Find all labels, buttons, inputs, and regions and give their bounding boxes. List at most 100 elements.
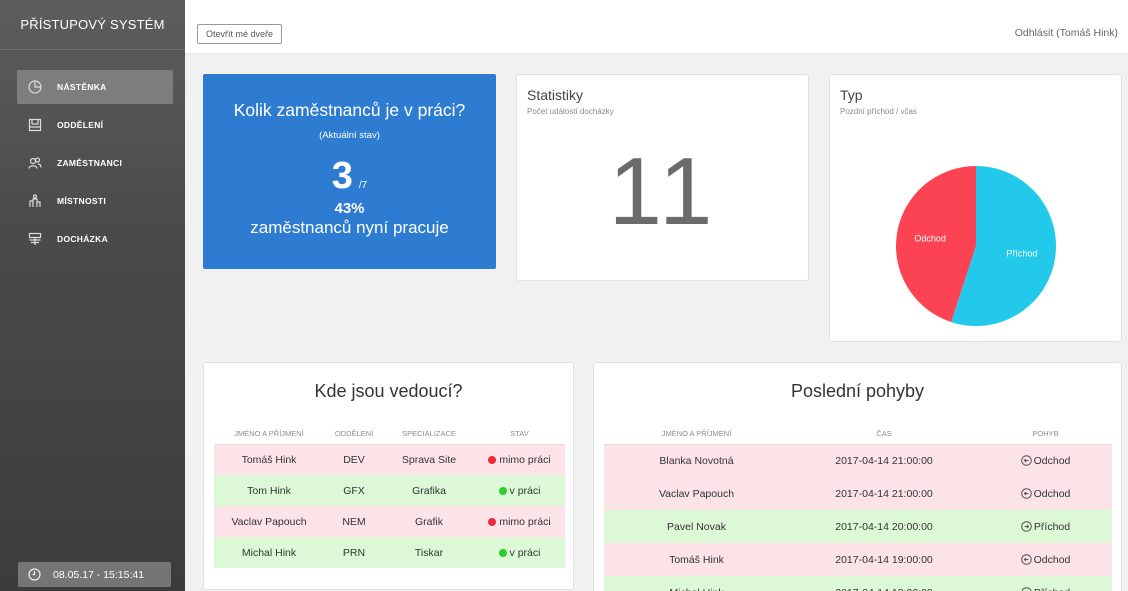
leaders-col-dept[interactable]: ODDĚLENÍ — [324, 424, 384, 445]
leader-dept: PRN — [324, 537, 384, 568]
movement-time: 2017-04-14 21:00:00 — [789, 444, 979, 477]
presence-card: Kolik zaměstnanců je v práci? (Aktuální … — [203, 74, 496, 269]
brand-title[interactable]: PŘÍSTUPOVÝ SYSTÉM — [0, 0, 185, 50]
leader-spec: Grafika — [384, 475, 474, 506]
movement-type-text: Příchod — [1033, 520, 1071, 533]
movement-time: 2017-04-14 20:00:00 — [789, 510, 979, 543]
open-door-button[interactable]: Otevřít mé dveře — [197, 24, 283, 44]
leader-dept: DEV — [324, 444, 384, 475]
movement-type: Odchod — [979, 444, 1112, 477]
movement-time: 2017-04-14 21:00:00 — [789, 477, 979, 510]
status-dot-icon — [488, 517, 497, 526]
presence-percent: 43% — [334, 200, 365, 217]
movement-type-text: Odchod — [1033, 487, 1071, 500]
table-row[interactable]: Vaclav Papouch NEM Grafik mimo práci — [214, 506, 565, 537]
table-row[interactable]: Michal Hink PRN Tiskar v práci — [214, 537, 565, 568]
sidebar-item-dochazka[interactable]: DOCHÁZKA — [17, 222, 172, 256]
presence-question: Kolik zaměstnanců je v práci? — [233, 100, 466, 120]
type-title: Typ — [840, 87, 863, 103]
sidebar-item-label: ZAMĚSTNANCI — [57, 158, 123, 168]
presence-count-total: /7 — [358, 180, 368, 191]
leader-spec: Sprava Site — [384, 444, 474, 475]
topbar: Otevřít mé dveře Odhlásit (Tomáš Hink) — [185, 0, 1128, 54]
table-row[interactable]: Vaclav Papouch 2017-04-14 21:00:00 Odchod — [604, 477, 1112, 510]
clock-display: 08.05.17 - 15:15:41 — [18, 562, 171, 587]
users-icon — [27, 155, 43, 171]
logout-link[interactable]: Odhlásit (Tomáš Hink) — [1015, 27, 1118, 39]
leader-dept: GFX — [324, 475, 384, 506]
arrow-left-circle-icon — [1020, 454, 1032, 466]
status-dot-icon — [488, 455, 497, 464]
table-row[interactable]: Tomáš Hink DEV Sprava Site mimo práci — [214, 444, 565, 475]
presence-percent-text: zaměstnanců nyní pracuje — [250, 218, 449, 237]
presence-count-value: 3 — [331, 155, 353, 197]
arrow-left-circle-icon — [1020, 487, 1032, 499]
arrow-left-circle-icon — [1020, 553, 1032, 565]
sidebar-item-zamestnanci[interactable]: ZAMĚSTNANCI — [17, 146, 172, 180]
department-icon — [27, 117, 43, 133]
leaders-title: Kde jsou vedoucí? — [314, 381, 463, 401]
status-dot-icon — [498, 486, 507, 495]
movements-col-name[interactable]: JMÉNO A PŘÍJMENÍ — [604, 424, 789, 445]
clock-text: 08.05.17 - 15:15:41 — [53, 568, 145, 581]
presence-subtitle: (Aktuální stav) — [319, 130, 380, 141]
leader-name: Vaclav Papouch — [214, 506, 324, 537]
movement-time: 2017-04-14 18:00:00 — [789, 576, 979, 591]
pie-label: Příchod — [1006, 248, 1037, 258]
movement-time: 2017-04-14 19:00:00 — [789, 543, 979, 576]
arrow-right-circle-icon — [1021, 520, 1032, 532]
table-row[interactable]: Blanka Novotná 2017-04-14 21:00:00 Odchod — [604, 444, 1112, 477]
movement-name: Pavel Novak — [604, 510, 789, 543]
leaders-col-spec[interactable]: SPECIALIZACE — [384, 424, 474, 445]
leader-spec: Grafik — [384, 506, 474, 537]
status-dot-icon — [498, 548, 507, 557]
movements-col-move[interactable]: POHYB — [979, 424, 1112, 445]
leader-dept: NEM — [324, 506, 384, 537]
leaders-header-row: JMÉNO A PŘÍJMENÍ ODDĚLENÍ SPECIALIZACE S… — [214, 424, 565, 445]
presence-count: 3 /7 — [203, 155, 496, 198]
movements-col-time[interactable]: ČAS — [789, 424, 979, 445]
movements-table: JMÉNO A PŘÍJMENÍ ČAS POHYB Blanka Novotn… — [604, 424, 1112, 591]
clock-icon — [28, 568, 41, 581]
sidebar-item-mistnosti[interactable]: MÍSTNOSTI — [17, 184, 172, 218]
attendance-icon — [27, 231, 43, 247]
movement-type-text: Odchod — [1033, 454, 1071, 467]
leader-status-text: v práci — [509, 484, 541, 497]
movement-name: Michal Hink — [604, 576, 789, 591]
table-row[interactable]: Tom Hink GFX Grafika v práci — [214, 475, 565, 506]
movement-name: Blanka Novotná — [604, 444, 789, 477]
sidebar-item-label: DOCHÁZKA — [57, 234, 109, 244]
type-card: Typ Pozdní příchod / včas Odchod Příchod — [829, 74, 1122, 342]
sidebar-nav: NÁSTĚNKA ODDĚLENÍ ZAMĚSTNANCI MÍSTNOSTI … — [0, 50, 185, 256]
leader-status-text: v práci — [509, 546, 541, 559]
movement-name: Vaclav Papouch — [604, 477, 789, 510]
movement-type: Odchod — [979, 477, 1112, 510]
movement-type: Příchod — [979, 576, 1112, 591]
arrow-right-circle-icon — [1021, 586, 1032, 591]
leaders-col-name[interactable]: JMÉNO A PŘÍJMENÍ — [214, 424, 324, 445]
leader-status-text: mimo práci — [499, 453, 551, 466]
sidebar-item-nastenka[interactable]: NÁSTĚNKA — [17, 70, 173, 104]
sidebar-item-label: MÍSTNOSTI — [57, 196, 106, 206]
leader-name: Michal Hink — [214, 537, 324, 568]
sidebar-item-label: NÁSTĚNKA — [57, 82, 107, 92]
movement-name: Tomáš Hink — [604, 543, 789, 576]
type-subtitle: Pozdní příchod / včas — [840, 107, 917, 116]
stats-value: 11 — [608, 138, 717, 245]
sidebar-item-oddeleni[interactable]: ODDĚLENÍ — [17, 108, 172, 142]
table-row[interactable]: Tomáš Hink 2017-04-14 19:00:00 Odchod — [604, 543, 1112, 576]
leader-status: v práci — [474, 475, 565, 506]
leader-status-text: mimo práci — [499, 515, 551, 528]
stats-subtitle: Počet událostí docházky — [527, 107, 614, 116]
stats-title: Statistiky — [527, 87, 584, 103]
stats-card: Statistiky Počet událostí docházky 11 — [516, 74, 809, 281]
sidebar: PŘÍSTUPOVÝ SYSTÉM NÁSTĚNKA ODDĚLENÍ ZAMĚ… — [0, 0, 185, 591]
table-row[interactable]: Pavel Novak 2017-04-14 20:00:00 Příchod — [604, 510, 1112, 543]
leader-status: v práci — [474, 537, 565, 568]
movements-title: Poslední pohyby — [790, 381, 925, 401]
leaders-col-status[interactable]: STAV — [474, 424, 565, 445]
movement-type: Příchod — [979, 510, 1112, 543]
table-row[interactable]: Michal Hink2017-04-14 18:00:00 Příchod — [604, 576, 1112, 591]
leaders-table: JMÉNO A PŘÍJMENÍ ODDĚLENÍ SPECIALIZACE S… — [214, 424, 565, 568]
sidebar-item-label: ODDĚLENÍ — [57, 120, 104, 130]
